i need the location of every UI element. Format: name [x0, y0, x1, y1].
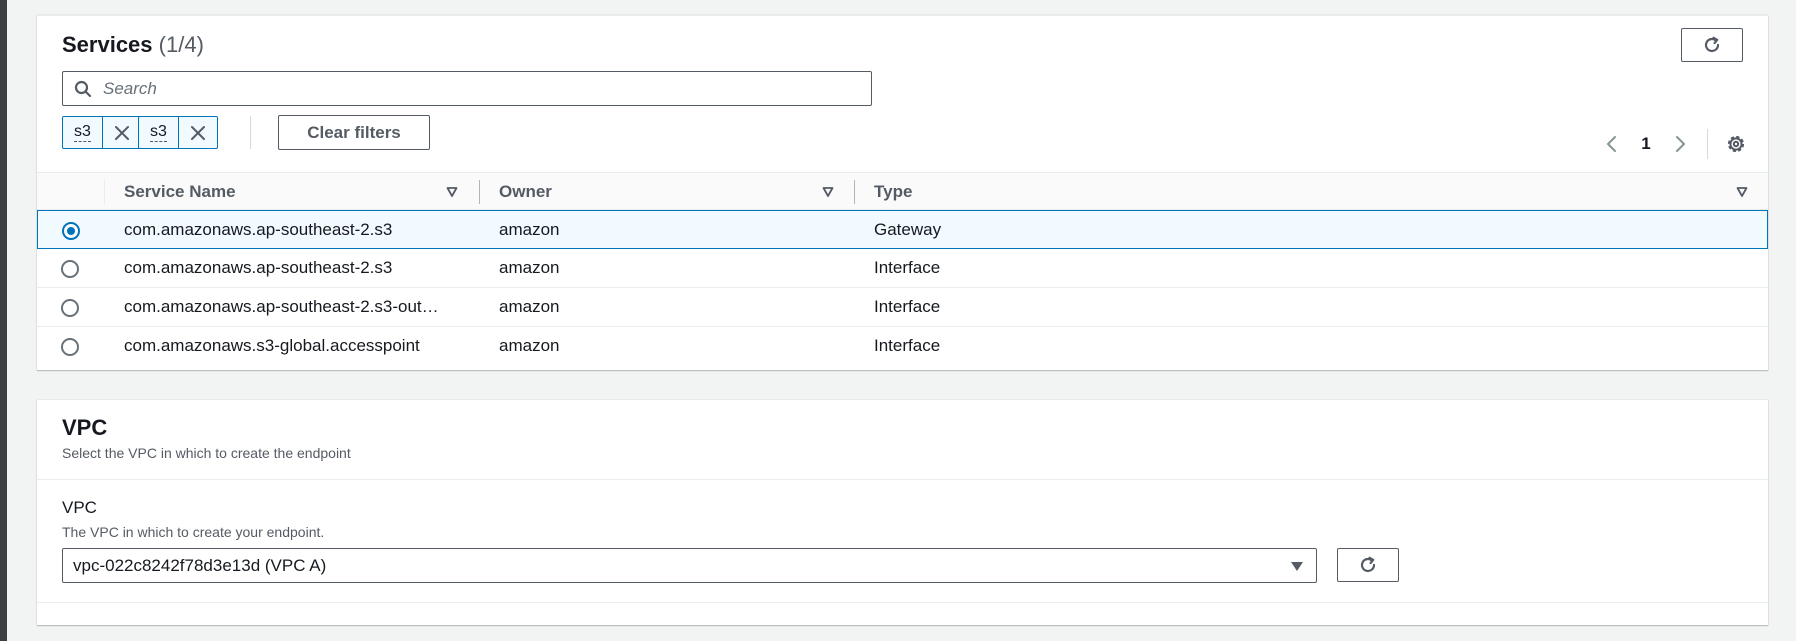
refresh-icon: [1360, 556, 1376, 573]
row-radio-button[interactable]: [61, 260, 79, 278]
filter-token-remove-button[interactable]: [103, 117, 141, 148]
close-icon: [115, 125, 129, 140]
section-divider: [37, 602, 1768, 603]
vpc-field-label: VPC: [62, 498, 97, 517]
token-divider: [250, 116, 251, 149]
vpc-refresh-button[interactable]: [1337, 548, 1399, 582]
pagination-divider: [1707, 129, 1708, 159]
filter-token-label[interactable]: s3: [63, 117, 103, 148]
owner-cell: amazon: [499, 336, 560, 355]
caret-down-icon: [1291, 562, 1303, 571]
vpc-select[interactable]: vpc-022c8242f78d3e13d (VPC A): [62, 548, 1317, 583]
sort-icon[interactable]: [446, 186, 458, 198]
table-row[interactable]: com.amazonaws.ap-southeast-2.s3-out… ama…: [37, 288, 1768, 327]
column-header-owner[interactable]: Owner: [499, 173, 749, 210]
filter-token-1: s3: [62, 116, 142, 149]
vpc-select-value: vpc-022c8242f78d3e13d (VPC A): [73, 555, 327, 575]
gear-icon: [1727, 135, 1745, 153]
vpc-panel: VPC Select the VPC in which to create th…: [37, 400, 1768, 625]
owner-cell: amazon: [499, 258, 560, 277]
service-name-cell: com.amazonaws.ap-southeast-2.s3-out…: [124, 297, 439, 316]
column-divider: [104, 180, 105, 204]
previous-page-button[interactable]: [1595, 127, 1629, 161]
owner-cell: amazon: [499, 220, 560, 239]
refresh-icon: [1704, 36, 1720, 53]
type-cell: Gateway: [874, 220, 942, 239]
service-name-cell: com.amazonaws.ap-southeast-2.s3: [124, 220, 393, 239]
current-page-number[interactable]: 1: [1629, 134, 1663, 154]
column-resizer[interactable]: [479, 180, 480, 204]
row-radio-button[interactable]: [61, 338, 79, 356]
table-header: Service Name Owner Type: [37, 172, 1768, 210]
services-title-text: Services: [62, 32, 153, 57]
vpc-section-description: Select the VPC in which to create the en…: [62, 445, 351, 461]
services-title: Services (1/4): [62, 32, 204, 58]
table-row[interactable]: com.amazonaws.s3-global.accesspoint amaz…: [37, 327, 1768, 366]
section-divider: [37, 479, 1768, 480]
left-rail: [0, 0, 7, 641]
vpc-section-heading: VPC: [62, 415, 108, 440]
sort-icon[interactable]: [1736, 186, 1748, 198]
column-header-service-name[interactable]: Service Name: [124, 173, 424, 210]
search-input[interactable]: [103, 73, 871, 104]
vpc-field-description: The VPC in which to create your endpoint…: [62, 524, 325, 540]
type-cell: Interface: [874, 297, 941, 316]
sort-icon[interactable]: [822, 186, 834, 198]
column-header-type[interactable]: Type: [874, 173, 1274, 210]
filter-token-label[interactable]: s3: [139, 117, 179, 148]
filter-token-2: s3: [138, 116, 218, 149]
type-cell: Interface: [874, 258, 941, 277]
type-cell: Interface: [874, 336, 941, 355]
table-preferences-button[interactable]: [1719, 127, 1753, 161]
clear-filters-button[interactable]: Clear filters: [278, 115, 430, 150]
service-name-cell: com.amazonaws.ap-southeast-2.s3: [124, 258, 393, 277]
chevron-left-icon: [1607, 136, 1616, 152]
search-field[interactable]: [62, 71, 872, 106]
services-count: (1/4): [158, 32, 204, 57]
chevron-right-icon: [1676, 136, 1685, 152]
services-panel: Services (1/4) s3 s3: [37, 15, 1768, 370]
search-icon: [63, 72, 103, 105]
table-row[interactable]: com.amazonaws.ap-southeast-2.s3 amazon G…: [37, 210, 1768, 249]
table-row[interactable]: com.amazonaws.ap-southeast-2.s3 amazon I…: [37, 249, 1768, 288]
services-refresh-button[interactable]: [1681, 28, 1743, 62]
row-radio-button[interactable]: [62, 222, 80, 240]
filter-token-remove-button[interactable]: [179, 117, 217, 148]
owner-cell: amazon: [499, 297, 560, 316]
row-radio-button[interactable]: [61, 299, 79, 317]
column-resizer[interactable]: [854, 180, 855, 204]
services-table: Service Name Owner Type com.amazonaws.ap…: [37, 172, 1768, 366]
close-icon: [191, 125, 205, 140]
next-page-button[interactable]: [1663, 127, 1697, 161]
service-name-cell: com.amazonaws.s3-global.accesspoint: [124, 336, 420, 355]
pagination: 1: [1595, 127, 1753, 161]
